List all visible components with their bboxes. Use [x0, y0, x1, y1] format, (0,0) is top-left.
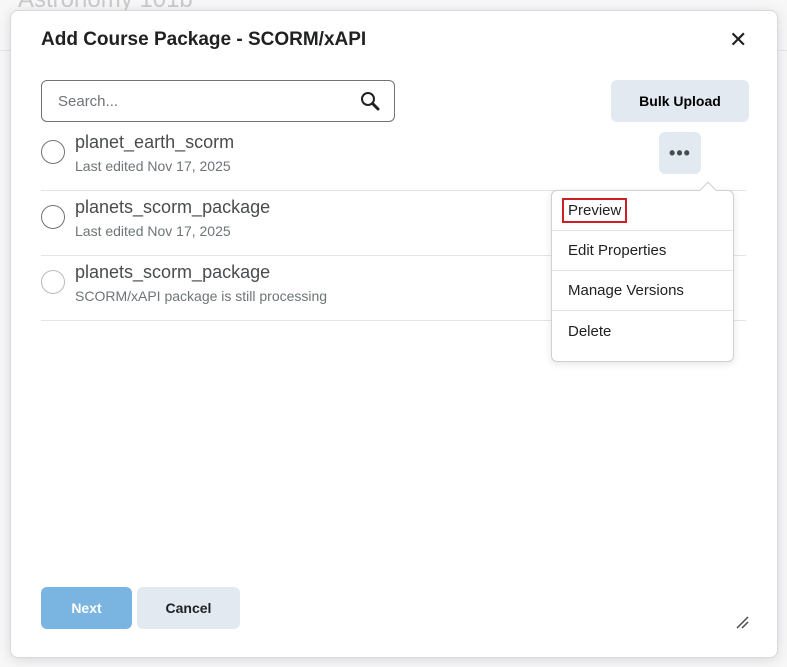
search-icon[interactable]: [360, 91, 380, 111]
package-name: planets_scorm_package: [75, 197, 270, 218]
menu-item-manage-versions[interactable]: Manage Versions: [552, 271, 733, 311]
actions-menu: Preview Edit Properties Manage Versions …: [551, 190, 734, 362]
next-button[interactable]: Next: [41, 587, 132, 629]
bulk-upload-button[interactable]: Bulk Upload: [611, 80, 749, 122]
package-row[interactable]: planet_earth_scorm Last edited Nov 17, 2…: [41, 126, 746, 191]
package-radio[interactable]: [41, 205, 65, 229]
package-status: SCORM/xAPI package is still processing: [75, 288, 327, 304]
package-name: planet_earth_scorm: [75, 132, 234, 153]
search-input[interactable]: [56, 92, 360, 111]
menu-item-label: Preview: [562, 198, 627, 223]
package-status: Last edited Nov 17, 2025: [75, 158, 231, 174]
add-course-package-dialog: Add Course Package - SCORM/xAPI ✕ Bulk U…: [10, 10, 778, 658]
search-field[interactable]: [41, 80, 395, 122]
more-actions-button[interactable]: •••: [659, 132, 701, 174]
cancel-button[interactable]: Cancel: [137, 587, 240, 629]
menu-item-preview[interactable]: Preview: [552, 191, 733, 231]
package-radio[interactable]: [41, 270, 65, 294]
package-name: planets_scorm_package: [75, 262, 270, 283]
package-status: Last edited Nov 17, 2025: [75, 223, 231, 239]
menu-item-delete[interactable]: Delete: [552, 311, 733, 351]
close-icon[interactable]: ✕: [729, 27, 747, 53]
dialog-title: Add Course Package - SCORM/xAPI: [41, 29, 366, 51]
resize-handle-icon[interactable]: [735, 615, 749, 632]
package-radio[interactable]: [41, 140, 65, 164]
menu-item-edit-properties[interactable]: Edit Properties: [552, 231, 733, 271]
